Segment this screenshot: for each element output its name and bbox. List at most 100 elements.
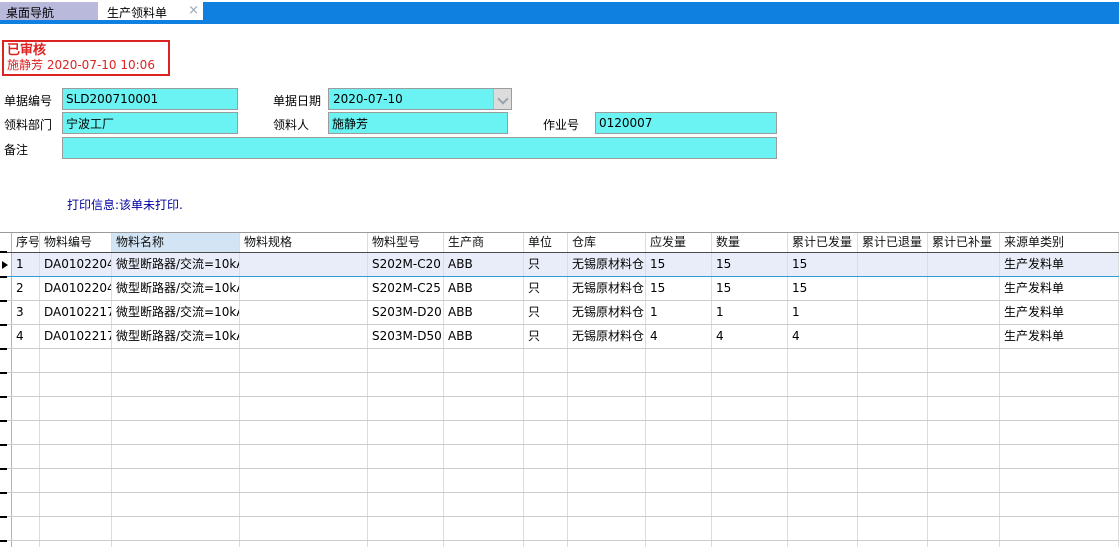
cell-code[interactable]: DA01022043 xyxy=(40,253,112,276)
cell-due-qty[interactable]: 15 xyxy=(646,277,712,300)
empty-row[interactable] xyxy=(0,493,1119,517)
cell-maker[interactable]: ABB xyxy=(444,277,524,300)
row-selector[interactable] xyxy=(0,517,12,540)
cell-source-type[interactable]: 生产发料单 xyxy=(1000,325,1119,348)
cell-idx[interactable]: 2 xyxy=(12,277,40,300)
cell-spec[interactable] xyxy=(240,253,368,276)
cell-warehouse[interactable]: 无锡原材料仓 xyxy=(568,301,646,324)
cell-idx[interactable]: 3 xyxy=(12,301,40,324)
cell-model[interactable]: S202M-C25 xyxy=(368,277,444,300)
cell-cum-returned[interactable] xyxy=(858,253,928,276)
cell-due-qty[interactable]: 15 xyxy=(646,253,712,276)
cell-cum-added[interactable] xyxy=(928,253,1000,276)
cell-code[interactable]: DA01022044 xyxy=(40,277,112,300)
cell-qty[interactable]: 1 xyxy=(712,301,788,324)
cell-model[interactable]: S202M-C20 xyxy=(368,253,444,276)
row-selector-header[interactable] xyxy=(0,233,12,252)
empty-row[interactable] xyxy=(0,373,1119,397)
column-header-source-type[interactable]: 来源单类别 xyxy=(1000,233,1119,252)
cell-maker[interactable]: ABB xyxy=(444,253,524,276)
column-header-unit[interactable]: 单位 xyxy=(524,233,568,252)
empty-row[interactable] xyxy=(0,421,1119,445)
cell-cum-issued[interactable]: 4 xyxy=(788,325,858,348)
empty-row[interactable] xyxy=(0,469,1119,493)
cell-code[interactable]: DA01022175 xyxy=(40,325,112,348)
row-selector[interactable] xyxy=(0,397,12,420)
cell-maker[interactable]: ABB xyxy=(444,301,524,324)
cell-unit[interactable]: 只 xyxy=(524,301,568,324)
column-header-maker[interactable]: 生产商 xyxy=(444,233,524,252)
cell-code[interactable]: DA01022175 xyxy=(40,301,112,324)
cell-qty[interactable]: 4 xyxy=(712,325,788,348)
cell-idx[interactable]: 4 xyxy=(12,325,40,348)
cell-spec[interactable] xyxy=(240,301,368,324)
cell-warehouse[interactable]: 无锡原材料仓 xyxy=(568,325,646,348)
cell-cum-issued[interactable]: 15 xyxy=(788,277,858,300)
tab-production-requisition[interactable]: 生产领料单 × xyxy=(103,2,203,20)
cell-due-qty[interactable]: 4 xyxy=(646,325,712,348)
cell-spec[interactable] xyxy=(240,325,368,348)
row-selector[interactable] xyxy=(0,301,12,324)
cell-spec[interactable] xyxy=(240,277,368,300)
cell-cum-added[interactable] xyxy=(928,277,1000,300)
table-row[interactable]: 1DA01022043微型断路器/交流=10kA S202M-C20ABB只无锡原… xyxy=(0,253,1119,277)
column-header-name[interactable]: 物料名称 xyxy=(112,233,240,252)
cell-cum-returned[interactable] xyxy=(858,325,928,348)
cell-source-type[interactable]: 生产发料单 xyxy=(1000,301,1119,324)
cell-unit[interactable]: 只 xyxy=(524,277,568,300)
empty-row[interactable] xyxy=(0,397,1119,421)
column-header-cum-added[interactable]: 累计已补量 xyxy=(928,233,1000,252)
cell-cum-added[interactable] xyxy=(928,325,1000,348)
column-header-cum-returned[interactable]: 累计已退量 xyxy=(858,233,928,252)
doc-no-field[interactable] xyxy=(62,88,238,110)
cell-unit[interactable]: 只 xyxy=(524,253,568,276)
table-row[interactable]: 3DA01022175微型断路器/交流=10kA S203M-D20ABB只无锡原… xyxy=(0,301,1119,325)
empty-row[interactable] xyxy=(0,517,1119,541)
job-no-field[interactable] xyxy=(595,112,777,134)
cell-model[interactable]: S203M-D50 xyxy=(368,325,444,348)
cell-cum-issued[interactable]: 1 xyxy=(788,301,858,324)
empty-row[interactable] xyxy=(0,445,1119,469)
tab-desktop-navigation[interactable]: 桌面导航 xyxy=(0,2,98,20)
table-row[interactable]: 2DA01022044微型断路器/交流=10kA S202M-C25ABB只无锡原… xyxy=(0,277,1119,301)
row-selector[interactable] xyxy=(0,349,12,372)
cell-qty[interactable]: 15 xyxy=(712,277,788,300)
cell-name[interactable]: 微型断路器/交流=10kA xyxy=(112,325,240,348)
column-header-warehouse[interactable]: 仓库 xyxy=(568,233,646,252)
empty-row[interactable] xyxy=(0,541,1119,547)
cell-source-type[interactable]: 生产发料单 xyxy=(1000,253,1119,276)
cell-idx[interactable]: 1 xyxy=(12,253,40,276)
cell-qty[interactable]: 15 xyxy=(712,253,788,276)
cell-warehouse[interactable]: 无锡原材料仓 xyxy=(568,253,646,276)
doc-date-field[interactable]: 2020-07-10 xyxy=(328,88,512,110)
cell-cum-issued[interactable]: 15 xyxy=(788,253,858,276)
cell-maker[interactable]: ABB xyxy=(444,325,524,348)
column-header-model[interactable]: 物料型号 xyxy=(368,233,444,252)
cell-due-qty[interactable]: 1 xyxy=(646,301,712,324)
chevron-down-icon[interactable] xyxy=(493,89,511,109)
column-header-cum-issued[interactable]: 累计已发量 xyxy=(788,233,858,252)
empty-row[interactable] xyxy=(0,349,1119,373)
row-selector[interactable] xyxy=(0,421,12,444)
row-selector[interactable] xyxy=(0,373,12,396)
row-selector[interactable] xyxy=(0,493,12,516)
row-selector[interactable] xyxy=(0,277,12,300)
close-tab-icon[interactable]: × xyxy=(188,3,199,18)
cell-cum-returned[interactable] xyxy=(858,301,928,324)
column-header-idx[interactable]: 序号 xyxy=(12,233,40,252)
dept-field[interactable] xyxy=(62,112,238,134)
cell-name[interactable]: 微型断路器/交流=10kA xyxy=(112,253,240,276)
cell-name[interactable]: 微型断路器/交流=10kA xyxy=(112,301,240,324)
cell-source-type[interactable]: 生产发料单 xyxy=(1000,277,1119,300)
cell-warehouse[interactable]: 无锡原材料仓 xyxy=(568,277,646,300)
column-header-qty[interactable]: 数量 xyxy=(712,233,788,252)
row-selector[interactable] xyxy=(0,253,12,276)
table-row[interactable]: 4DA01022175微型断路器/交流=10kAS203M-D50ABB只无锡原… xyxy=(0,325,1119,349)
column-header-due-qty[interactable]: 应发量 xyxy=(646,233,712,252)
column-header-code[interactable]: 物料编号 xyxy=(40,233,112,252)
row-selector[interactable] xyxy=(0,325,12,348)
cell-model[interactable]: S203M-D20 xyxy=(368,301,444,324)
cell-name[interactable]: 微型断路器/交流=10kA xyxy=(112,277,240,300)
column-header-spec[interactable]: 物料规格 xyxy=(240,233,368,252)
cell-cum-returned[interactable] xyxy=(858,277,928,300)
